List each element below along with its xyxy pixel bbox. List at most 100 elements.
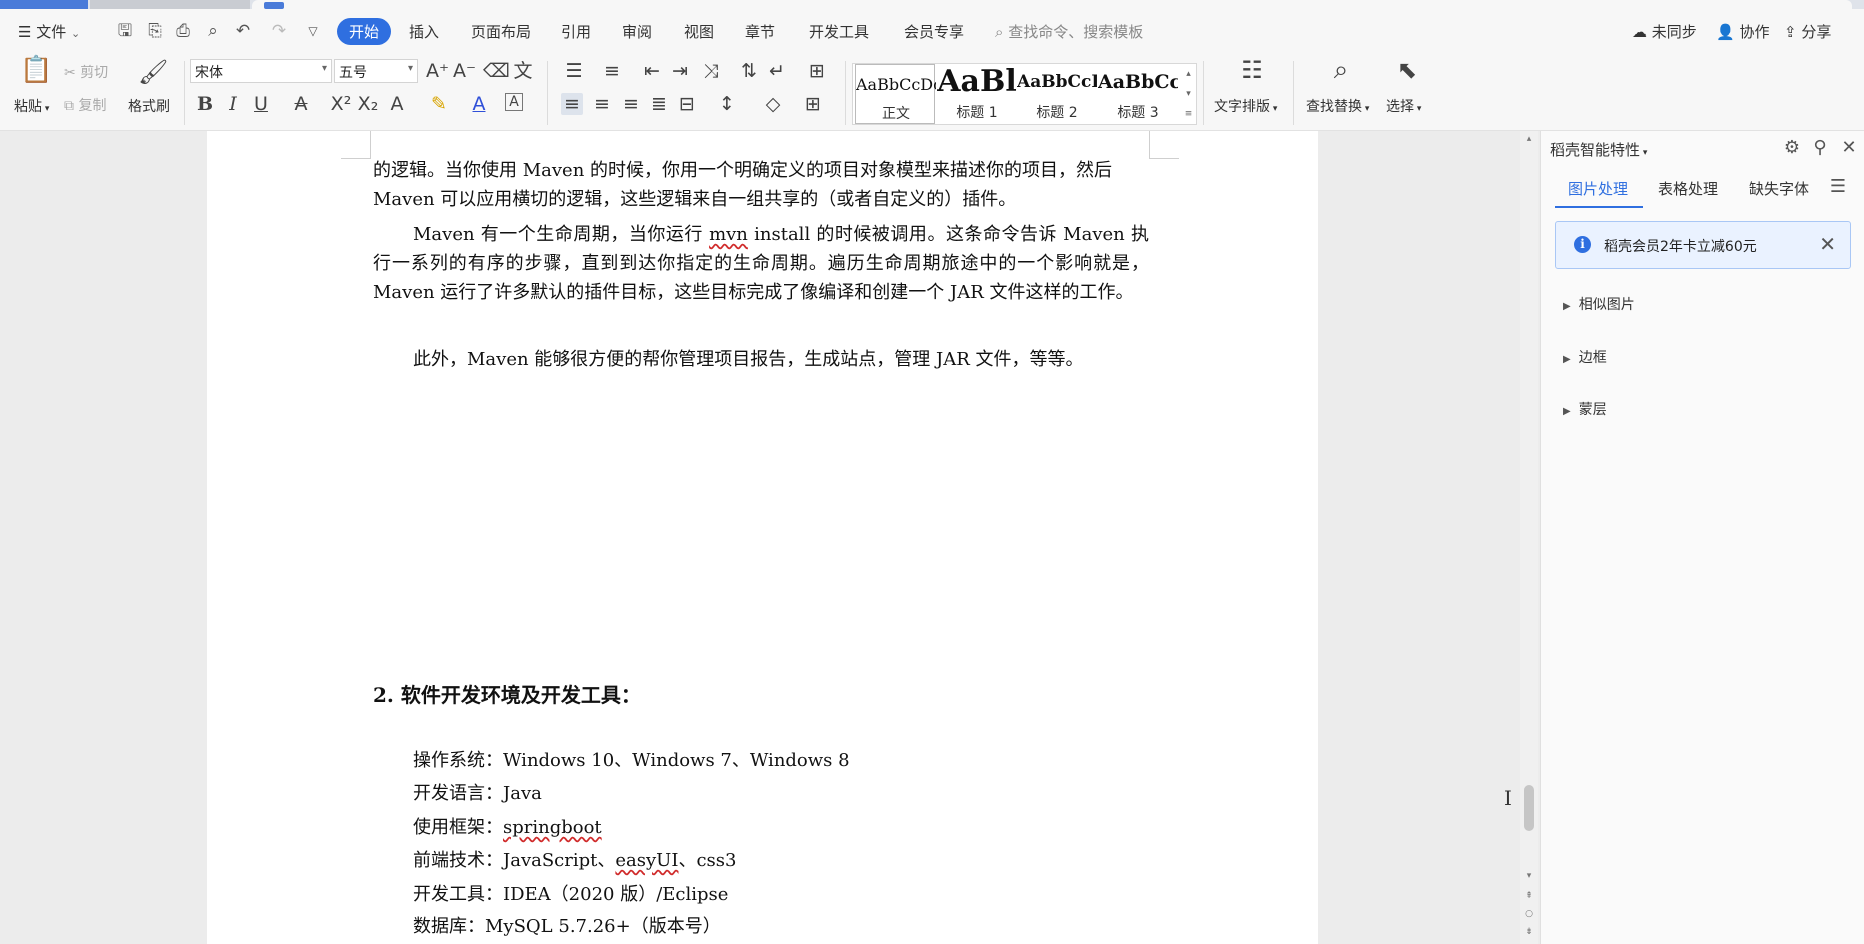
document-tab-inactive[interactable] bbox=[90, 0, 250, 9]
command-search[interactable]: ⌕ 查找命令、搜索模板 bbox=[995, 21, 1143, 42]
section-mask[interactable]: ▶ 蒙层 bbox=[1563, 399, 1607, 419]
tab-insert[interactable]: 插入 bbox=[409, 21, 439, 42]
styles-scroll[interactable]: ▴ ▾ ≡ bbox=[1181, 64, 1196, 124]
collaborate-button[interactable]: 👤 协作 bbox=[1716, 21, 1769, 42]
close-icon[interactable]: ✕ bbox=[1819, 232, 1836, 256]
tab-references[interactable]: 引用 bbox=[561, 21, 591, 42]
document-tab-active[interactable] bbox=[252, 0, 1852, 9]
pinyin-guide-icon[interactable]: 文 bbox=[512, 60, 534, 82]
style-heading-3[interactable]: AaBbCcI 标题 3 bbox=[1098, 64, 1178, 124]
user-icon: 👤 bbox=[1716, 23, 1735, 41]
pin-icon[interactable]: ⚲ bbox=[1809, 137, 1831, 158]
file-menu[interactable]: ☰ 文件 ⌄ bbox=[18, 21, 80, 42]
borders-icon[interactable]: ⊞ bbox=[802, 93, 824, 115]
copy-icon: ⧉ bbox=[64, 98, 74, 114]
brush-icon[interactable]: 🖌 bbox=[138, 60, 168, 84]
character-border-icon[interactable]: A bbox=[505, 93, 523, 111]
close-icon[interactable]: ✕ bbox=[1838, 137, 1860, 158]
tab-missing-fonts[interactable]: 缺失字体 bbox=[1749, 178, 1809, 199]
bullet-list-icon[interactable]: ☰ bbox=[563, 60, 585, 82]
next-page-icon[interactable]: ⇟ bbox=[1523, 927, 1535, 937]
sync-status-button[interactable]: ☁ 未同步 bbox=[1632, 21, 1697, 42]
increase-indent-icon[interactable]: ⇥ bbox=[669, 60, 691, 82]
tab-image-processing[interactable]: 图片处理 bbox=[1568, 178, 1628, 199]
increase-font-icon[interactable]: A⁺ bbox=[426, 60, 449, 82]
paste-button[interactable]: 粘贴 ▾ bbox=[14, 96, 49, 116]
tab-chapter[interactable]: 章节 bbox=[745, 21, 775, 42]
italic-icon[interactable]: I bbox=[222, 93, 244, 115]
previous-page-icon[interactable]: ⇞ bbox=[1523, 891, 1535, 901]
gear-icon[interactable]: ⚙ bbox=[1781, 137, 1803, 158]
tab-member[interactable]: 会员专享 bbox=[904, 21, 964, 42]
print-icon[interactable]: ⎙ bbox=[172, 20, 194, 42]
cut-button[interactable]: ✂ 剪切 bbox=[64, 62, 108, 82]
align-left-icon[interactable]: ≡ bbox=[561, 93, 583, 115]
find-replace-button[interactable]: 查找替换 ▾ bbox=[1306, 96, 1369, 116]
scrollbar-thumb[interactable] bbox=[1524, 785, 1534, 831]
promo-banner[interactable]: i 稻壳会员2年卡立减60元 ✕ bbox=[1555, 221, 1851, 269]
show-marks-icon[interactable]: ↵ bbox=[766, 60, 788, 82]
decrease-indent-icon[interactable]: ⇤ bbox=[641, 60, 663, 82]
cursor-select-icon[interactable]: ⬉ bbox=[1394, 58, 1420, 82]
strikethrough-icon[interactable]: A bbox=[290, 93, 312, 115]
expand-arrow-icon: ▶ bbox=[1563, 354, 1571, 365]
line-spacing-icon[interactable]: ↕ bbox=[716, 93, 738, 115]
export-pdf-icon[interactable]: ⎘ bbox=[144, 20, 166, 42]
section-border[interactable]: ▶ 边框 bbox=[1563, 347, 1607, 367]
browse-object-icon[interactable]: ○ bbox=[1523, 909, 1535, 919]
tab-table-processing[interactable]: 表格处理 bbox=[1658, 178, 1718, 199]
chinese-layout-icon[interactable]: ⤨ bbox=[700, 60, 722, 82]
numbered-list-icon[interactable]: ≡ bbox=[601, 60, 623, 82]
print-preview-icon[interactable]: ⌕ bbox=[202, 20, 224, 42]
tab-home[interactable]: 开始 bbox=[337, 18, 392, 45]
scroll-up-icon[interactable]: ▴ bbox=[1523, 134, 1535, 144]
style-heading-2[interactable]: AaBbCcD 标题 2 bbox=[1017, 64, 1097, 124]
text-effect-icon[interactable]: A bbox=[386, 93, 408, 115]
subscript-icon[interactable]: X₂ bbox=[357, 93, 379, 115]
select-button[interactable]: 选择 ▾ bbox=[1386, 96, 1421, 116]
distributed-align-icon[interactable]: ⊟ bbox=[676, 93, 698, 115]
ruler-icon[interactable]: ⊞ bbox=[806, 60, 828, 82]
scissors-icon: ✂ bbox=[64, 65, 76, 81]
bold-icon[interactable]: B bbox=[194, 93, 216, 115]
decrease-font-icon[interactable]: A⁻ bbox=[453, 60, 476, 82]
align-center-icon[interactable]: ≡ bbox=[591, 93, 613, 115]
save-icon[interactable]: 🖫 bbox=[114, 20, 136, 42]
tab-view[interactable]: 视图 bbox=[684, 21, 714, 42]
format-painter-button[interactable]: 格式刷 bbox=[128, 96, 170, 116]
superscript-icon[interactable]: X² bbox=[330, 93, 352, 115]
customize-quick-access-icon[interactable]: ▽ bbox=[302, 20, 324, 42]
redo-icon[interactable]: ↷ bbox=[268, 20, 290, 42]
scroll-down-icon[interactable]: ▾ bbox=[1523, 871, 1535, 881]
font-name-select[interactable]: 宋体 ▾ bbox=[190, 59, 332, 83]
justify-icon[interactable]: ≣ bbox=[648, 93, 670, 115]
clear-format-icon[interactable]: ⌫ bbox=[483, 60, 510, 82]
text-layout-button[interactable]: 文字排版 ▾ bbox=[1214, 96, 1277, 116]
font-size-select[interactable]: 五号 ▾ bbox=[334, 59, 418, 83]
text-layout-icon[interactable]: ☷ bbox=[1237, 58, 1267, 82]
document-page[interactable]: 的逻辑。当你使用 Maven 的时候，你用一个明确定义的项目对象模型来描述你的项… bbox=[207, 131, 1318, 944]
tab-page-layout[interactable]: 页面布局 bbox=[471, 21, 531, 42]
sort-icon[interactable]: ⇅ bbox=[738, 60, 760, 82]
underline-icon[interactable]: U bbox=[250, 93, 272, 115]
shading-icon[interactable]: ◇ bbox=[762, 93, 784, 115]
panel-title[interactable]: 稻壳智能特性 ▾ bbox=[1550, 139, 1647, 160]
copy-button[interactable]: ⧉ 复制 bbox=[64, 95, 106, 115]
tab-review[interactable]: 审阅 bbox=[622, 21, 652, 42]
align-right-icon[interactable]: ≡ bbox=[620, 93, 642, 115]
highlight-icon[interactable]: ✎ bbox=[428, 93, 450, 115]
magnifier-icon[interactable]: ⌕ bbox=[1326, 57, 1356, 83]
font-color-icon[interactable]: A bbox=[468, 93, 490, 115]
vertical-scrollbar[interactable]: ▴ ▾ ⇞ ○ ⇟ bbox=[1520, 131, 1538, 944]
style-heading-1[interactable]: AaBl 标题 1 bbox=[937, 64, 1017, 124]
paste-icon[interactable]: 📋 bbox=[20, 57, 52, 83]
more-menu-icon[interactable]: ☰ bbox=[1827, 176, 1849, 197]
paragraph-maven-logic: 的逻辑。当你使用 Maven 的时候，你用一个明确定义的项目对象模型来描述你的项… bbox=[373, 160, 1113, 210]
undo-icon[interactable]: ↶ bbox=[232, 20, 254, 42]
home-tab[interactable] bbox=[0, 0, 88, 9]
style-normal[interactable]: AaBbCcDc 正文 bbox=[855, 64, 936, 124]
tab-developer[interactable]: 开发工具 bbox=[809, 21, 869, 42]
share-icon: ⇪ bbox=[1784, 23, 1797, 41]
share-button[interactable]: ⇪ 分享 bbox=[1784, 21, 1831, 42]
section-similar-images[interactable]: ▶ 相似图片 bbox=[1563, 294, 1635, 314]
